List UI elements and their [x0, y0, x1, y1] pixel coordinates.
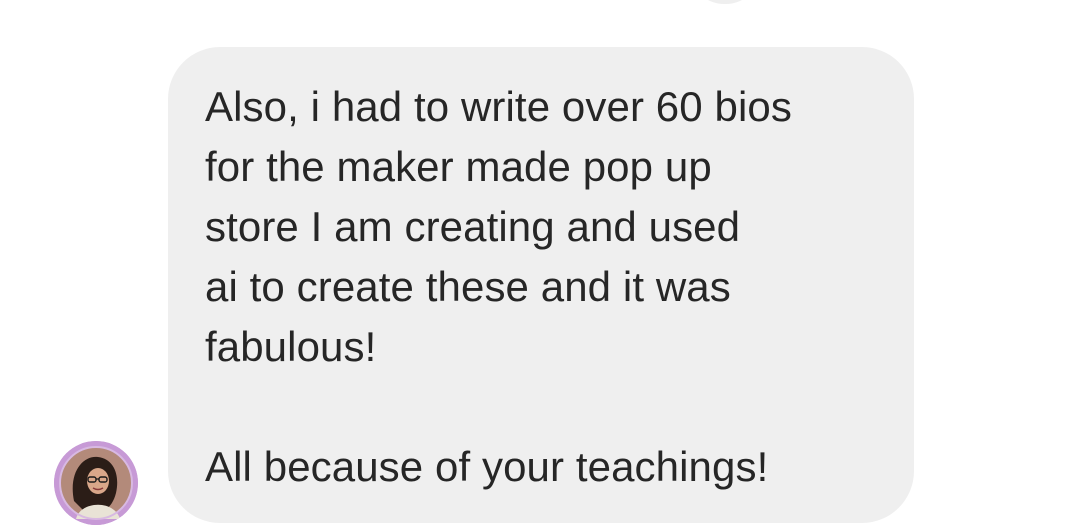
message-closing-line: All because of your teachings! — [205, 443, 769, 490]
sender-avatar-icon[interactable] — [54, 441, 138, 525]
message-line-2: for the maker made pop up — [205, 143, 712, 190]
message-bubble[interactable]: Also, i had to write over 60 bios for th… — [168, 47, 914, 523]
message-line-1: Also, i had to write over 60 bios — [205, 83, 792, 130]
incoming-message-row: Also, i had to write over 60 bios for th… — [0, 0, 1080, 528]
message-line-5: fabulous! — [205, 323, 377, 370]
profile-photo-icon — [54, 441, 138, 525]
chat-screen: Also, i had to write over 60 bios for th… — [0, 0, 1080, 528]
message-line-3: store I am creating and used — [205, 203, 741, 250]
message-line-4: ai to create these and it was — [205, 263, 731, 310]
